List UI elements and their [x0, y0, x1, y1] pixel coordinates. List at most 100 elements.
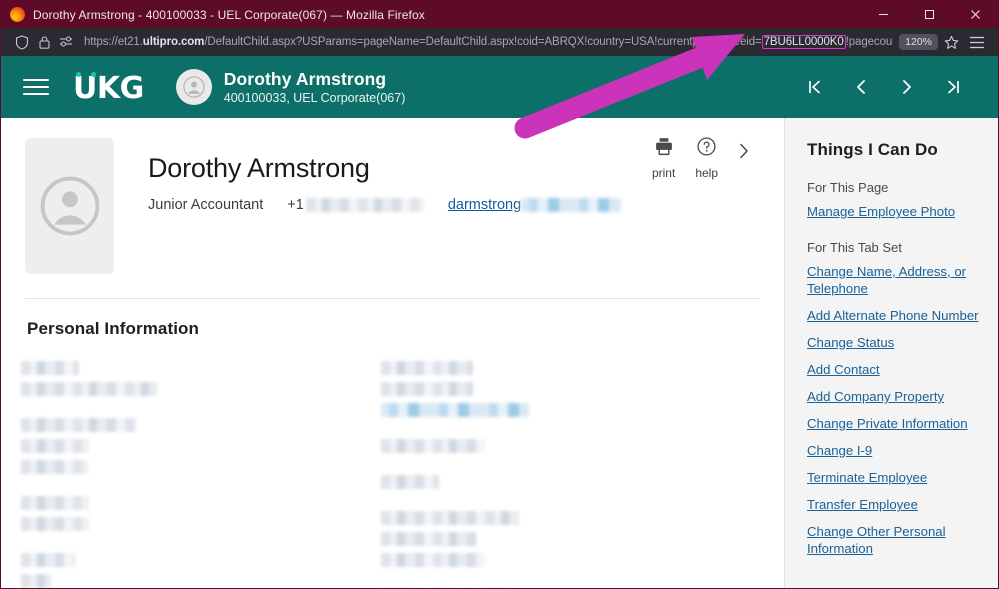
ukg-app-header: U KG Dorothy Armstrong 400100033, UEL Cor… — [1, 56, 998, 118]
url-domain: ultipro.com — [142, 36, 205, 48]
url-text: https://et21.ultipro.com/DefaultChild.as… — [84, 30, 893, 54]
close-button[interactable] — [952, 1, 998, 28]
person-icon — [40, 176, 99, 236]
profile-text-block: Dorothy Armstrong Junior Accountant +1 d… — [114, 138, 622, 274]
profile-header: Dorothy Armstrong Junior Accountant +1 d… — [1, 118, 784, 274]
redacted-field-value — [21, 381, 157, 396]
sidebar-link[interactable]: Add Alternate Phone Number — [807, 307, 981, 324]
header-employee-info: Dorothy Armstrong 400100033, UEL Corpora… — [224, 69, 406, 106]
sidebar-links-tabset: Change Name, Address, or Telephone Add Al… — [807, 263, 981, 557]
email-domain-redacted — [521, 198, 622, 212]
minimize-button[interactable] — [860, 1, 906, 28]
sidebar-link[interactable]: Terminate Employee — [807, 469, 981, 486]
redacted-field-value — [381, 474, 439, 489]
sidebar-link[interactable]: Change Name, Address, or Telephone — [807, 263, 981, 297]
field-group — [381, 587, 761, 588]
print-button[interactable]: print — [652, 136, 675, 180]
header-employee-subtitle: 400100033, UEL Corporate(067) — [223, 90, 406, 105]
url-highlighted-eeid: 7BU6LL0000K0 — [761, 35, 846, 49]
window-titlebar: Dorothy Armstrong - 400100033 - UEL Corp… — [1, 1, 998, 28]
sidebar-group-label-page: For This Page — [807, 180, 889, 195]
logo-dots-icon — [76, 72, 96, 77]
app-menu-hamburger-icon[interactable] — [964, 30, 990, 54]
first-record-button[interactable] — [802, 74, 828, 100]
sidebar-link[interactable]: Add Contact — [807, 361, 981, 378]
redacted-field-value — [21, 573, 51, 588]
field-group — [381, 359, 761, 419]
employee-email-link[interactable]: darmstrong — [448, 197, 521, 213]
logo-kg: KG — [96, 71, 144, 106]
header-avatar[interactable] — [175, 69, 212, 105]
next-record-button[interactable] — [894, 74, 920, 100]
main-content: Dorothy Armstrong Junior Accountant +1 d… — [1, 118, 784, 588]
sidebar-group-label-tabset: For This Tab Set — [807, 240, 902, 255]
field-group — [381, 473, 761, 491]
sidebar-link[interactable]: Manage Employee Photo — [807, 203, 981, 220]
redacted-field-value — [381, 381, 473, 396]
lock-icon[interactable] — [33, 31, 55, 53]
field-group — [21, 416, 381, 476]
redacted-field-value — [21, 459, 88, 474]
section-title: Personal Information — [27, 319, 200, 338]
page-title: Dorothy Armstrong — [148, 153, 370, 183]
employee-job-title: Junior Accountant — [148, 197, 264, 213]
field-group — [381, 437, 761, 455]
redacted-field-value — [21, 417, 136, 432]
sidebar-link[interactable]: Change Status — [807, 334, 981, 351]
previous-record-button[interactable] — [848, 74, 874, 100]
header-employee-name: Dorothy Armstrong — [223, 68, 387, 89]
sidebar-link[interactable]: Transfer Employee — [807, 496, 981, 513]
address-bar[interactable]: https://et21.ultipro.com/DefaultChild.as… — [84, 30, 893, 54]
field-group — [381, 509, 761, 569]
sidebar-link[interactable]: Add Company Property — [807, 388, 981, 405]
app-menu-button[interactable] — [23, 76, 49, 98]
field-group — [21, 494, 381, 533]
record-navigation — [802, 74, 980, 100]
things-i-can-do-panel: Things I Can Do For This Page Manage Emp… — [784, 118, 998, 588]
employee-photo-placeholder[interactable] — [25, 138, 114, 274]
person-icon — [183, 76, 205, 98]
sidebar-link[interactable]: Change I-9 — [807, 442, 981, 459]
personal-information-fields — [1, 339, 784, 588]
sidebar-link[interactable]: Change Private Information — [807, 415, 981, 432]
logo-u: U — [73, 71, 97, 106]
printer-icon — [653, 136, 675, 162]
browser-toolbar: https://et21.ultipro.com/DefaultChild.as… — [1, 28, 998, 56]
chevron-right-icon[interactable] — [738, 136, 750, 165]
url-path: /DefaultChild.aspx?USParams=pageName=Def… — [204, 36, 762, 48]
permissions-icon[interactable] — [55, 31, 77, 53]
sidebar-link[interactable]: Change Other Personal Information — [807, 523, 981, 557]
page-tools: print help — [652, 136, 750, 180]
redacted-field-value — [381, 531, 477, 546]
redacted-field-value — [381, 510, 519, 525]
bookmark-star-icon[interactable] — [938, 30, 964, 54]
redacted-field-value — [21, 516, 89, 531]
sidebar-title: Things I Can Do — [807, 140, 938, 159]
redacted-field-value — [21, 360, 79, 375]
print-label: print — [651, 166, 676, 180]
firefox-logo-icon — [10, 7, 25, 22]
phone-country-code: +1 — [287, 197, 304, 213]
redacted-field-value — [381, 438, 485, 453]
window-title: Dorothy Armstrong - 400100033 - UEL Corp… — [33, 7, 425, 22]
shield-icon[interactable] — [11, 31, 33, 53]
zoom-level-badge[interactable]: 120% — [899, 33, 938, 51]
phone-number-redacted — [305, 198, 424, 212]
question-circle-icon — [696, 136, 717, 162]
window-controls — [860, 1, 998, 28]
fields-column-right — [381, 359, 761, 588]
field-group — [21, 359, 381, 398]
redacted-field-value — [21, 552, 75, 567]
ukg-logo: U KG — [73, 70, 144, 104]
url-scheme-host: https://et21. — [84, 36, 143, 48]
help-button[interactable]: help — [695, 136, 718, 180]
maximize-button[interactable] — [906, 1, 952, 28]
web-page-viewport: U KG Dorothy Armstrong 400100033, UEL Cor… — [1, 56, 998, 588]
last-record-button[interactable] — [940, 74, 966, 100]
redacted-field-value — [381, 402, 529, 417]
profile-meta: Junior Accountant +1 darmstrong — [148, 197, 622, 213]
sidebar-links-page: Manage Employee Photo — [807, 203, 981, 220]
redacted-field-value — [381, 552, 485, 567]
redacted-field-value — [21, 438, 89, 453]
fields-column-left — [1, 359, 381, 588]
